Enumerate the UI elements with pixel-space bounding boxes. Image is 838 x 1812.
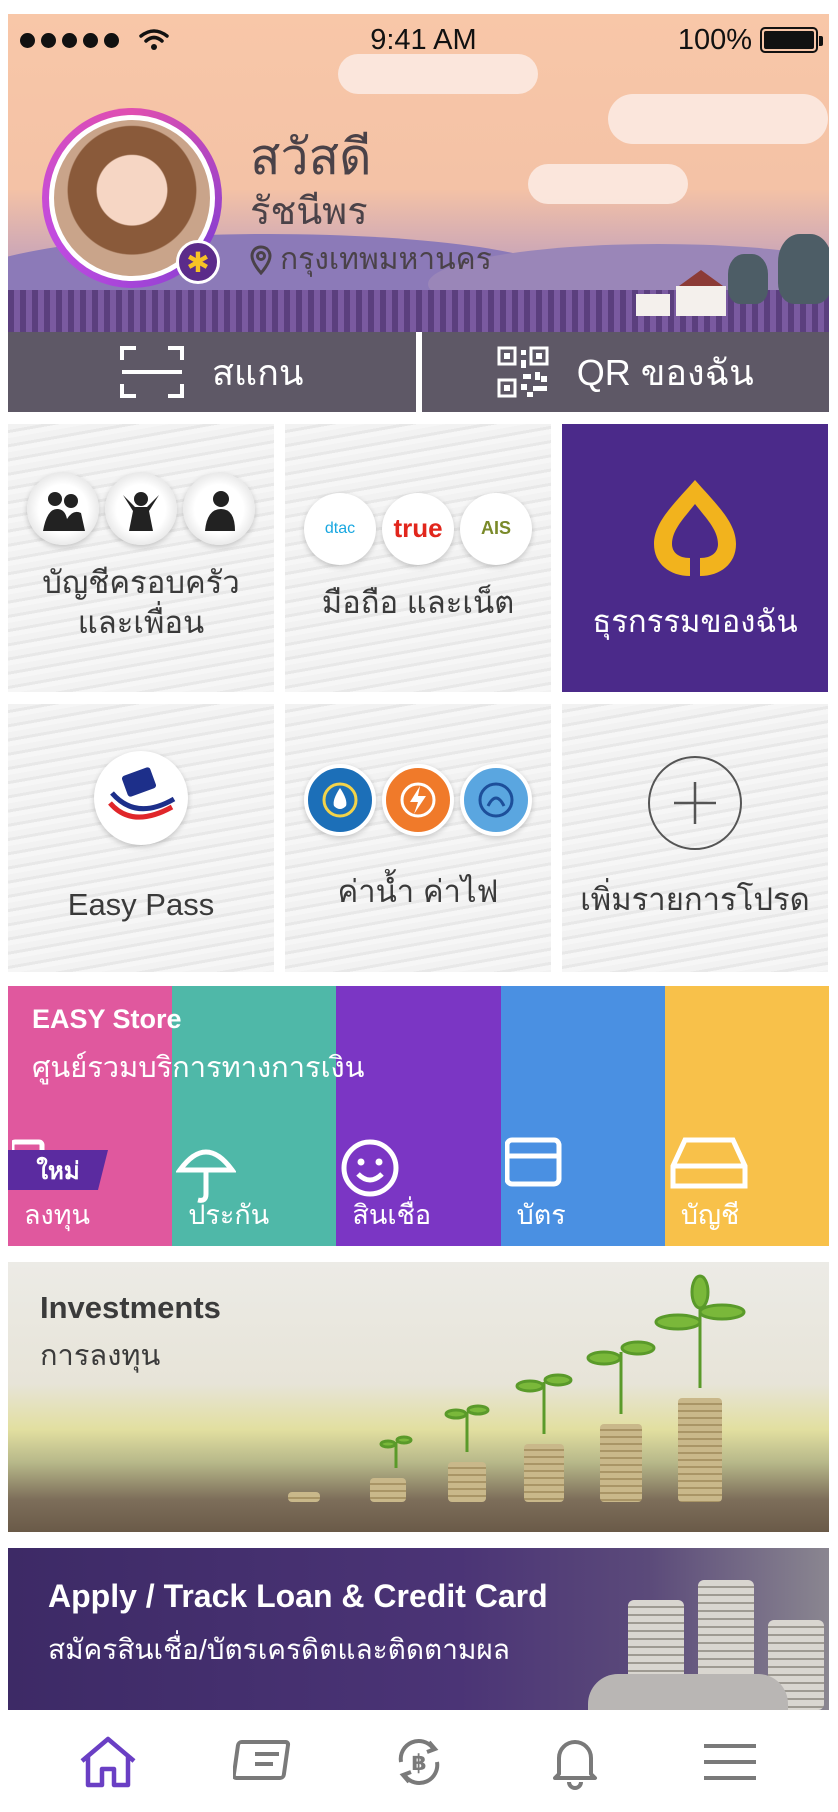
tile-label: ค่าน้ำ ค่าไฟ [337,873,499,909]
easy-pass-logo-icon [94,750,188,845]
easy-store-banner[interactable]: ลงทุน ประกัน สินเชื่อ บัตร บัญชี EASY St… [8,986,829,1246]
my-qr-label: QR ของฉัน [576,351,754,393]
tab-notifications[interactable] [535,1727,615,1797]
clock-time: 9:41 AM [370,23,477,56]
card-icon [233,1740,291,1780]
bank-leaf-logo-icon [654,479,736,576]
tile-family-accounts[interactable]: บัญชีครอบครัว และเพื่อน [8,424,274,692]
family-avatars [27,472,255,545]
signal-icon [20,28,169,52]
smile-icon [341,1139,399,1197]
tree-decoration [728,254,768,304]
true-logo: true [382,492,454,565]
tile-label: ธุรกรรมของฉัน [592,603,798,639]
tile-label: บัญชีครอบครัว และเพื่อน [42,563,240,644]
store-category-insurance[interactable]: ประกัน [172,986,337,1246]
store-category-label: ประกัน [188,1200,270,1230]
cloud-decoration [608,94,828,144]
user-name: รัชนีพร [250,191,368,233]
favorite-grid: บัญชีครอบครัว และเพื่อน dtac true AIS มื… [8,424,829,972]
bottom-tab-bar: ฿ [0,1712,838,1812]
scan-label: สแกน [211,351,304,393]
cloud-decoration [528,164,688,204]
operator-logos: dtac true AIS [304,492,532,565]
tile-label: เพิ่มรายการโปรด [580,881,810,917]
battery-indicator: 100% [677,23,823,57]
family-photo-icon [183,472,255,545]
bell-icon [552,1740,597,1790]
battery-icon [759,27,823,53]
tree-decoration [778,234,829,304]
loan-credit-card-banner[interactable]: Apply / Track Loan & Credit Card สมัครสิ… [8,1548,829,1710]
store-category-label: ลงทุน [24,1200,90,1230]
tile-label: Easy Pass [67,886,215,922]
tile-utility-bills[interactable]: ค่าน้ำ ค่าไฟ [285,704,551,972]
add-icon [648,755,742,850]
water-authority-logo-icon [304,763,376,836]
scan-button[interactable]: สแกน [8,332,416,412]
family-photo-icon [105,472,177,545]
store-category-loan[interactable]: สินเชื่อ [336,986,501,1246]
tile-easy-pass[interactable]: Easy Pass [8,704,274,972]
cloud-decoration [338,54,538,94]
scan-icon [119,346,184,398]
ais-logo: AIS [460,492,532,565]
qr-code-icon [497,346,549,398]
electricity-authority-logo-icon [382,763,454,836]
scan-bar: สแกน QR ของฉัน [8,332,829,412]
tile-add-favorite[interactable]: เพิ่มรายการโปรด [562,704,828,972]
store-category-label: สินเชื่อ [352,1200,432,1230]
new-badge: ใหม่ [8,1150,108,1190]
tab-home[interactable] [68,1727,148,1797]
tile-label: มือถือ และเน็ต [321,584,515,620]
my-qr-button[interactable]: QR ของฉัน [421,332,829,412]
store-category-card[interactable]: บัตร [500,986,665,1246]
metro-water-logo-icon [460,763,532,836]
loan-title: Apply / Track Loan & Credit Card [48,1578,548,1614]
family-photo-icon [27,472,99,545]
house-roof [679,270,723,286]
home-icon [80,1736,136,1788]
easy-store-subtitle: ศูนย์รวมบริการทางการเงิน [32,1052,365,1084]
tab-accounts[interactable] [223,1727,303,1797]
tab-transfer[interactable]: ฿ [379,1727,459,1797]
transfer-icon: ฿ [398,1739,440,1785]
account-icon [670,1137,748,1189]
tile-mobile-internet[interactable]: dtac true AIS มือถือ และเน็ต [285,424,551,692]
investments-banner[interactable]: Investments การลงทุน [8,1262,829,1532]
dtac-logo: dtac [304,492,376,565]
location-pin-icon [250,244,272,275]
battery-percent: 100% [677,23,752,56]
tile-label-line: บัญชีครอบครัว [42,564,240,600]
store-category-label: บัญชี [680,1200,740,1230]
tab-menu[interactable] [690,1727,770,1797]
store-category-account[interactable]: บัญชี [664,986,829,1246]
house-decoration [636,294,670,316]
tile-label-line: และเพื่อน [77,605,205,640]
house-decoration [676,286,726,316]
store-category-label: บัตร [516,1200,566,1230]
user-location: กรุงเทพมหานคร [250,236,492,283]
star-badge-icon: ✱ [176,240,220,284]
wifi-icon [139,29,169,50]
svg-text:฿: ฿ [411,1751,426,1776]
menu-icon [704,1744,757,1780]
status-bar: 9:41 AM 100% [20,22,823,58]
sprouts-illustration [379,1274,746,1468]
location-label: กรุงเทพมหานคร [280,243,492,276]
tile-my-transactions[interactable]: ธุรกรรมของฉัน [562,424,828,692]
card-icon [504,1137,562,1187]
easy-store-title: EASY Store [32,1004,182,1034]
car-illustration [588,1674,788,1710]
loan-subtitle: สมัครสินเชื่อ/บัตรเครดิตและติดตามผล [48,1634,510,1665]
utility-logos [304,763,532,836]
